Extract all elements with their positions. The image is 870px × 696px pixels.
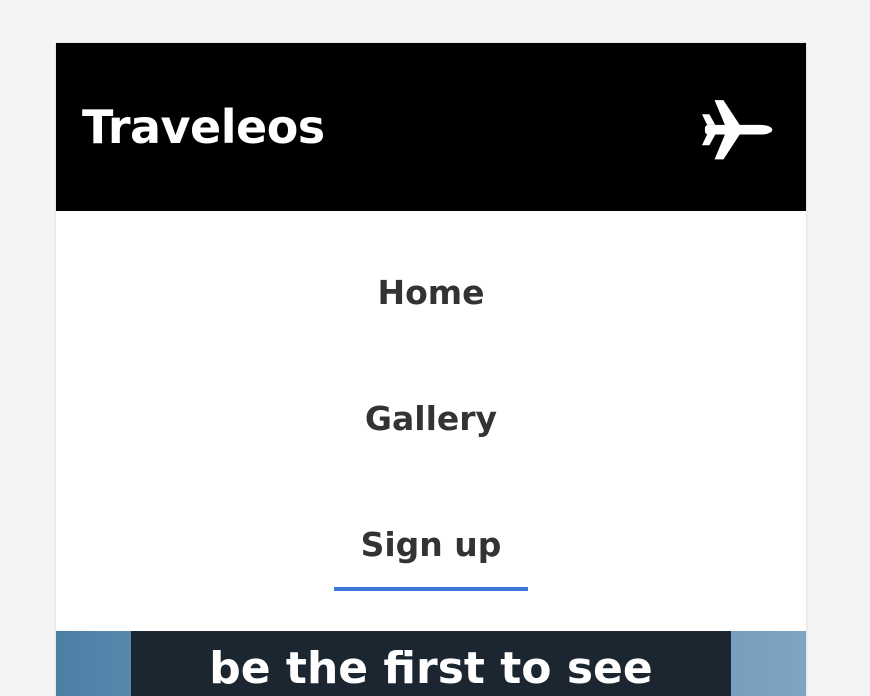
airplane-icon[interactable] — [699, 92, 773, 166]
active-nav-underline — [334, 587, 528, 591]
site-header: Traveleos — [56, 43, 806, 211]
nav-item-gallery[interactable]: Gallery — [56, 397, 806, 441]
brand-logo-text[interactable]: Traveleos — [82, 97, 325, 157]
app-card: Traveleos Home Gallery Sign up be the fi… — [56, 43, 806, 696]
nav-item-home[interactable]: Home — [56, 271, 806, 315]
hero-headline: be the first to see — [209, 643, 653, 694]
hero-text-band: be the first to see — [131, 631, 731, 696]
main-nav: Home Gallery Sign up — [56, 211, 806, 631]
nav-item-sign-up[interactable]: Sign up — [56, 523, 806, 567]
hero-banner: be the first to see — [56, 631, 806, 696]
